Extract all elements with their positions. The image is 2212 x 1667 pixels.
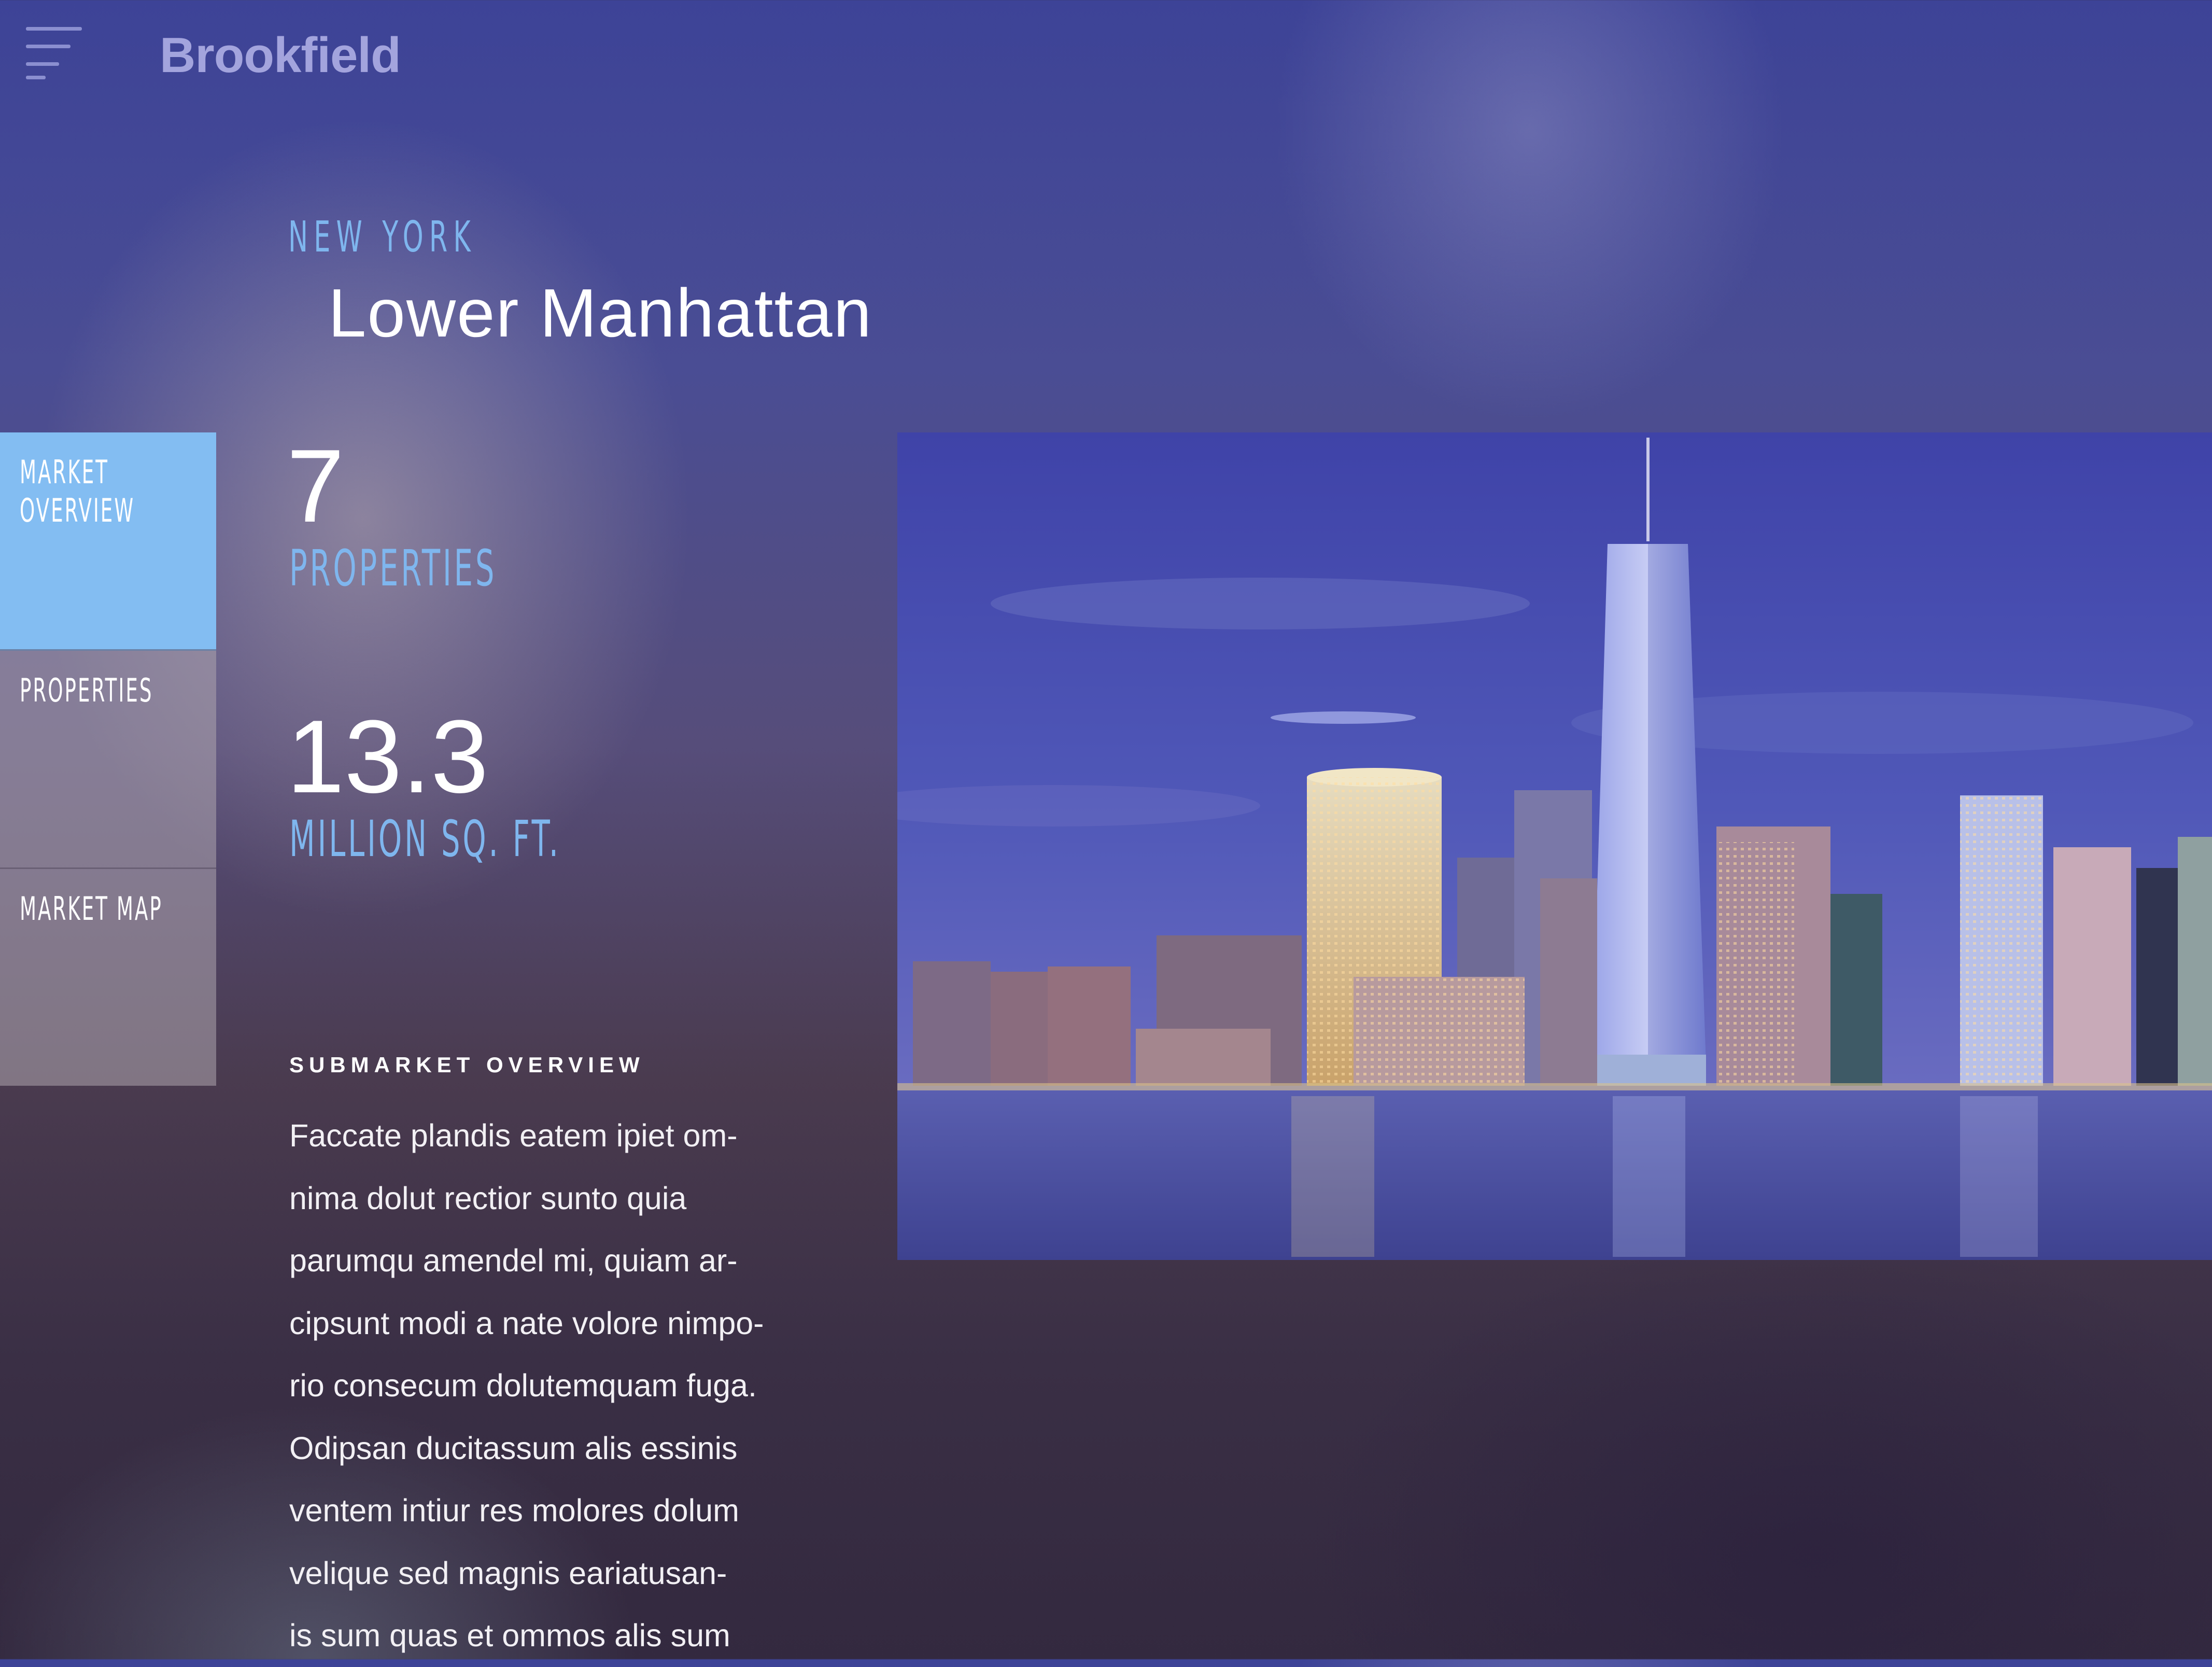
overview-line: velique sed magnis eariatusan- [289,1555,727,1591]
brookfield-logo[interactable]: Brookfield [160,27,401,84]
nav-item-label: PROPERTIES [20,671,153,709]
area-value: 13.3 [287,699,489,815]
overview-body: Faccate plandis eatem ipiet om- nima dol… [289,1104,875,1667]
overview-line: cipsunt modi a nate volore nimpo- [289,1305,764,1341]
overview-line: ventem intiur res molores dolum [289,1493,739,1528]
side-nav: MARKET OVERVIEW PROPERTIES MARKET MAP [0,432,216,1086]
nav-item-label: MARKET OVERVIEW [20,453,135,529]
overview-line: is sum quas et ommos alis sum [289,1618,730,1653]
hamburger-menu-icon[interactable] [26,27,83,79]
page-title: Lower Manhattan [328,275,872,351]
overview-line: Faccate plandis eatem ipiet om- [289,1118,738,1153]
overview-line: parumqu amendel mi, quiam ar- [289,1243,738,1278]
overview-line: nima dolut rectior sunto quia [289,1180,687,1216]
nav-item-market-map[interactable]: MARKET MAP [0,869,216,1086]
overview-line: rio consecum dolutemquam fuga. [289,1368,757,1403]
overview-line: Odipsan ducitassum alis essinis [289,1430,738,1466]
nav-item-label: MARKET MAP [20,890,163,928]
overview-heading: SUBMARKET OVERVIEW [289,1053,645,1077]
city-label: NEW YORK [288,213,476,262]
area-label: MILLION SQ. FT. [289,810,561,868]
nav-item-properties[interactable]: PROPERTIES [0,651,216,869]
skyline-photo [897,432,2212,1260]
properties-label: PROPERTIES [289,539,497,597]
properties-count: 7 [287,428,345,544]
nav-item-market-overview[interactable]: MARKET OVERVIEW [0,432,216,651]
